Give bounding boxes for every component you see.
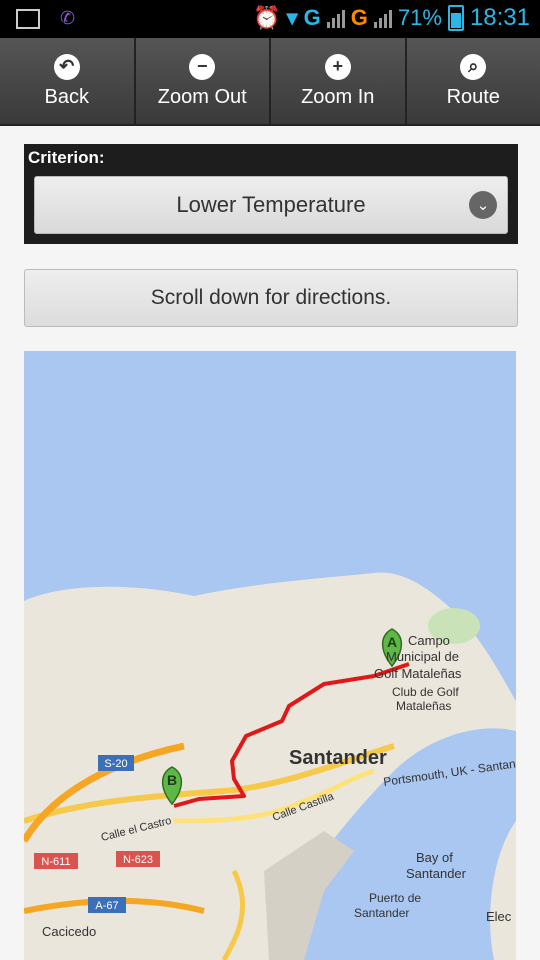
- image-icon: [16, 8, 40, 29]
- label-club-golf: Club de Golf: [392, 685, 459, 699]
- zoom-in-label: Zoom In: [301, 85, 375, 108]
- route-map[interactable]: A B Campo Municipal de Golf Mataleñas Cl…: [24, 351, 516, 960]
- label-campo: Campo: [408, 633, 450, 648]
- battery-icon: [447, 5, 464, 31]
- alarm-icon: ⏰: [253, 5, 281, 30]
- shield-a67: A-67: [88, 897, 126, 913]
- directions-button[interactable]: Scroll down for directions.: [24, 269, 518, 327]
- shield-n611: N-611: [34, 853, 78, 869]
- svg-text:A-67: A-67: [95, 900, 118, 912]
- wifi-icon: ▾: [286, 5, 298, 30]
- search-icon: ⌕: [460, 53, 487, 80]
- plus-icon: +: [324, 53, 351, 80]
- label-eleci: Elec: [486, 909, 512, 924]
- signal-icon: [326, 8, 345, 28]
- minus-icon: −: [189, 53, 216, 80]
- route-label: Route: [446, 85, 500, 108]
- svg-text:N-623: N-623: [123, 854, 153, 866]
- zoom-out-label: Zoom Out: [157, 85, 247, 108]
- label-golf: Golf Mataleñas: [374, 666, 462, 681]
- svg-text:S-20: S-20: [104, 758, 127, 770]
- marker-b-label: B: [167, 772, 177, 788]
- label-bay-of: Bay of: [416, 850, 453, 865]
- label-puerto-santander: Santander: [354, 906, 409, 920]
- battery-percent: 71%: [397, 5, 442, 30]
- zoom-in-button[interactable]: + Zoom In: [271, 38, 407, 124]
- status-bar: ✆ ⏰ ▾ G G 71% 18:31: [0, 0, 540, 38]
- chevron-down-icon: ⌄: [469, 191, 497, 219]
- label-puerto: Puerto de: [369, 891, 421, 905]
- network-type-1: G: [303, 5, 321, 30]
- shield-n623: N-623: [116, 851, 160, 867]
- criterion-panel: Criterion: Lower Temperature ⌄: [24, 144, 518, 244]
- route-button[interactable]: ⌕ Route: [406, 38, 540, 124]
- back-arrow-icon: ↶: [53, 53, 80, 80]
- zoom-out-button[interactable]: − Zoom Out: [135, 38, 271, 124]
- label-municipal: Municipal de: [386, 649, 459, 664]
- signal-icon-2: [373, 8, 392, 28]
- criterion-selected-value: Lower Temperature: [176, 192, 366, 217]
- criterion-select[interactable]: Lower Temperature ⌄: [34, 176, 508, 234]
- label-santander: Santander: [289, 747, 387, 769]
- toolbar: ↶ Back − Zoom Out + Zoom In ⌕ Route: [0, 38, 540, 126]
- svg-text:N-611: N-611: [41, 856, 70, 868]
- label-cacicedo: Cacicedo: [42, 924, 96, 939]
- back-button-label: Back: [44, 85, 89, 108]
- criterion-label: Criterion:: [28, 148, 105, 167]
- viber-icon: ✆: [60, 8, 76, 28]
- clock: 18:31: [469, 4, 530, 31]
- back-button[interactable]: ↶ Back: [0, 38, 136, 124]
- network-type-2: G: [350, 5, 368, 30]
- label-matalenas: Mataleñas: [396, 699, 451, 713]
- shield-s20: S-20: [98, 755, 134, 771]
- marker-a-label: A: [387, 634, 397, 650]
- label-bay-santander: Santander: [406, 866, 467, 881]
